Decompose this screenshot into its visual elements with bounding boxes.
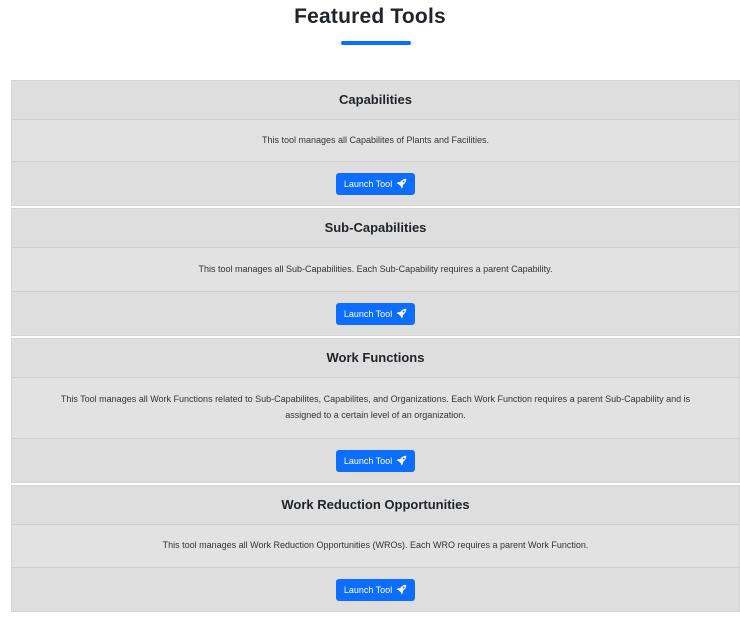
tool-card-capabilities: Capabilities This tool manages all Capab… bbox=[11, 80, 740, 206]
card-footer: Launch Tool bbox=[12, 439, 739, 482]
tool-card-sub-capabilities: Sub-Capabilities This tool manages all S… bbox=[11, 208, 740, 336]
rocket-icon bbox=[396, 178, 407, 189]
launch-tool-label: Launch Tool bbox=[343, 584, 393, 595]
launch-tool-button-capabilities[interactable]: Launch Tool bbox=[335, 172, 416, 195]
card-title: Capabilities bbox=[12, 81, 739, 120]
card-footer: Launch Tool bbox=[12, 162, 739, 205]
tool-card-list: Capabilities This tool manages all Capab… bbox=[11, 80, 740, 614]
rocket-icon bbox=[396, 455, 407, 466]
card-description: This tool manages all Sub-Capabilities. … bbox=[12, 248, 739, 292]
launch-tool-button-sub-capabilities[interactable]: Launch Tool bbox=[335, 302, 416, 325]
card-title: Work Reduction Opportunities bbox=[12, 486, 739, 525]
card-description: This tool manages all Capabilites of Pla… bbox=[12, 120, 739, 162]
rocket-icon bbox=[396, 584, 407, 595]
card-description: This tool manages all Work Reduction Opp… bbox=[12, 525, 739, 568]
tool-card-work-reduction-opportunities: Work Reduction Opportunities This tool m… bbox=[11, 485, 740, 612]
card-description-text: This tool manages all Work Reduction Opp… bbox=[162, 540, 589, 551]
launch-tool-label: Launch Tool bbox=[343, 308, 393, 319]
card-description: This Tool manages all Work Functions rel… bbox=[12, 378, 739, 439]
page: Featured Tools Capabilities This tool ma… bbox=[0, 0, 740, 628]
rocket-icon bbox=[396, 308, 407, 319]
card-description-text: This Tool manages all Work Functions rel… bbox=[60, 394, 691, 420]
tool-card-work-functions: Work Functions This Tool manages all Wor… bbox=[11, 338, 740, 483]
card-title: Work Functions bbox=[12, 339, 739, 378]
launch-tool-label: Launch Tool bbox=[343, 455, 393, 466]
card-description-text: This tool manages all Sub-Capabilities. … bbox=[198, 263, 553, 274]
card-footer: Launch Tool bbox=[12, 292, 739, 335]
launch-tool-button-work-functions[interactable]: Launch Tool bbox=[335, 449, 416, 472]
card-title: Sub-Capabilities bbox=[12, 209, 739, 248]
title-underline bbox=[341, 41, 411, 45]
card-description-text: This tool manages all Capabilites of Pla… bbox=[261, 134, 490, 145]
launch-tool-label: Launch Tool bbox=[343, 178, 393, 189]
card-footer: Launch Tool bbox=[12, 568, 739, 611]
page-title: Featured Tools bbox=[294, 5, 446, 28]
launch-tool-button-work-reduction-opportunities[interactable]: Launch Tool bbox=[335, 578, 416, 601]
featured-tools-header: Featured Tools bbox=[0, 0, 740, 70]
